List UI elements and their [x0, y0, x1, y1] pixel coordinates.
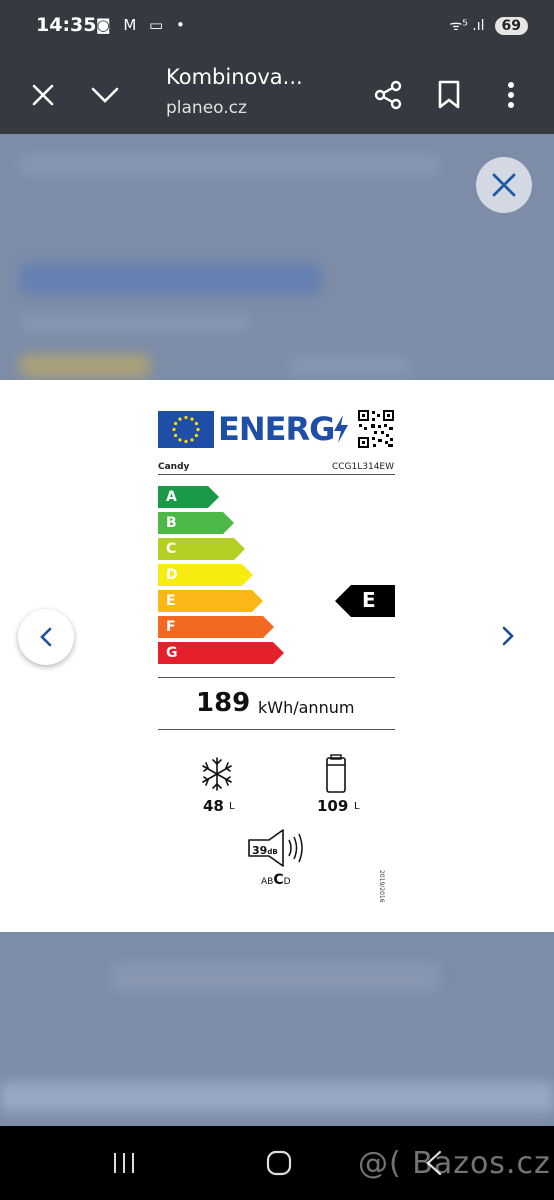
home-button[interactable] [259, 1146, 299, 1180]
battery-indicator: 69 [494, 16, 528, 35]
browser-toolbar: Kombinova... planeo.cz [0, 56, 554, 134]
more-options-button[interactable] [490, 74, 532, 116]
status-time: 14:35 [36, 14, 97, 36]
label-brand: Candy [158, 462, 190, 472]
recent-apps-button[interactable] [104, 1146, 144, 1180]
divider [158, 729, 395, 730]
label-model: CCG1L314EW [331, 462, 394, 472]
freezer-volume: 48 [203, 797, 224, 815]
freezer-volume-unit: L [229, 801, 235, 812]
fridge-icon [326, 754, 346, 793]
home-icon [266, 1150, 292, 1176]
noise-class-current: C [273, 872, 284, 888]
page-domain: planeo.cz [166, 98, 247, 118]
chevron-right-icon [502, 626, 514, 646]
divider [158, 677, 395, 678]
class-bar-c: C [158, 538, 245, 560]
eu-flag-icon [158, 411, 214, 448]
signal-icon: ᯤ⁵ .ıl [449, 18, 485, 34]
bookmark-icon [438, 80, 460, 109]
class-bar-b: B [158, 512, 234, 534]
class-bar-e: E [158, 590, 263, 612]
qr-code-icon [358, 410, 394, 448]
next-image-button[interactable] [494, 620, 522, 652]
rating-letter: E [362, 588, 376, 612]
divider [158, 474, 395, 475]
previous-image-button[interactable] [18, 609, 74, 665]
close-gallery-button[interactable] [476, 157, 532, 213]
close-icon [32, 84, 54, 106]
energy-label-heading: ENERG [218, 410, 335, 448]
energy-consumption-unit: kWh/annum [258, 698, 355, 717]
recents-icon [114, 1153, 134, 1173]
class-bar-g: G [158, 642, 284, 664]
page-title: Kombinova... [166, 65, 303, 89]
noise-class-scale: ABCD [261, 872, 291, 888]
fridge-volume: 109 [317, 797, 349, 815]
blurred-page-content-lower [0, 932, 554, 1126]
minimize-button[interactable] [84, 74, 126, 116]
class-bar-f: F [158, 616, 274, 638]
chevron-down-icon [91, 87, 119, 103]
noise-value: 39 [252, 844, 268, 857]
noise-unit: dB [267, 848, 278, 856]
energy-word: ENERG [218, 410, 335, 448]
snowflake-icon [202, 757, 232, 791]
energy-consumption-value: 189 [196, 688, 251, 718]
chevron-left-icon [40, 627, 52, 647]
close-icon [492, 173, 516, 197]
noise-level: 39dB [252, 844, 278, 857]
watermark: @( Bazos.cz [358, 1146, 551, 1181]
fridge-volume-unit: L [354, 801, 360, 812]
lightning-icon [334, 415, 348, 443]
more-vert-icon [508, 82, 514, 108]
bookmark-button[interactable] [428, 74, 470, 116]
share-button[interactable] [367, 74, 409, 116]
blurred-page-content [0, 134, 554, 380]
close-tab-button[interactable] [22, 74, 64, 116]
class-bar-d: D [158, 564, 253, 586]
regulation-number: 2019/2016 [378, 870, 385, 903]
class-bar-a: A [158, 486, 219, 508]
share-icon [374, 80, 402, 110]
notification-icons: ◙ M ▭ • [96, 16, 189, 34]
status-bar: 14:35 ◙ M ▭ • ᯤ⁵ .ıl 69 [0, 0, 554, 56]
